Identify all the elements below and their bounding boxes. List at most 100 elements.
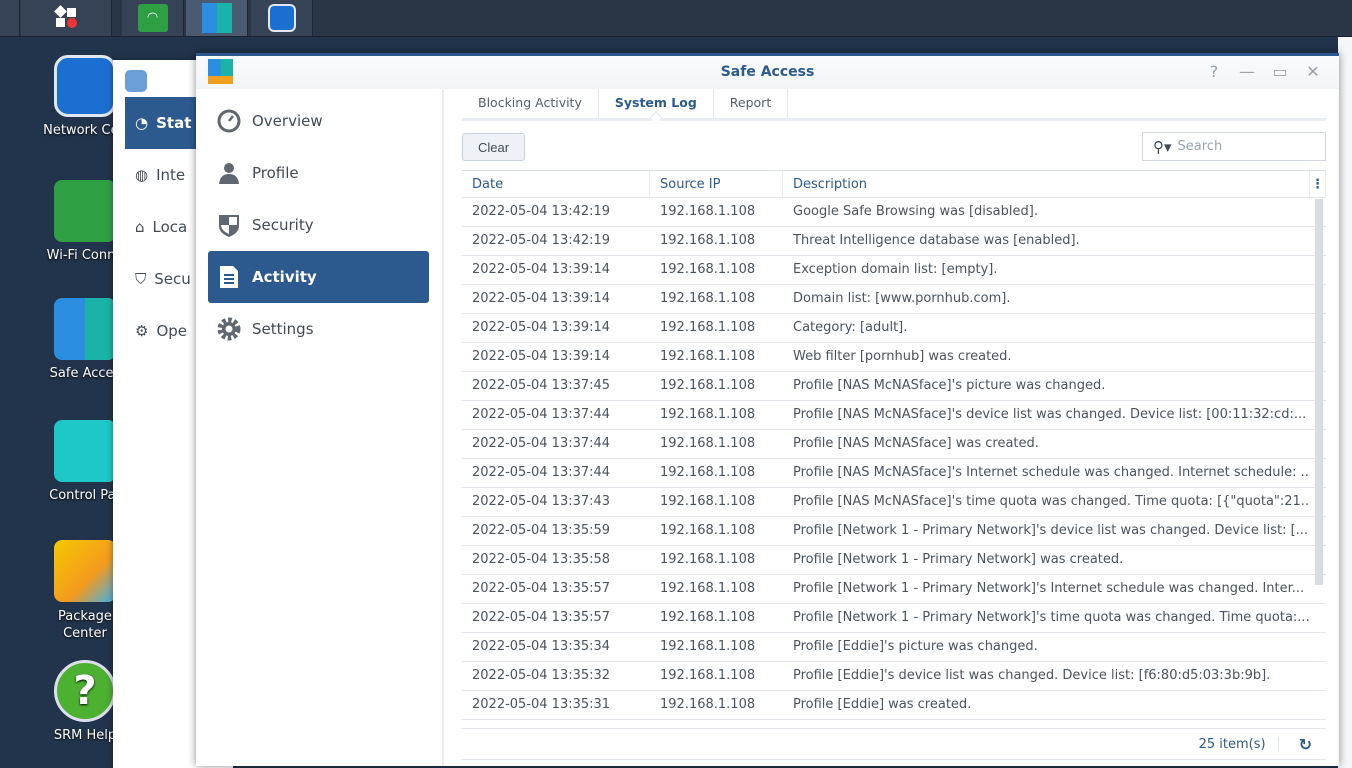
table-footer: 25 item(s) ↻ bbox=[462, 728, 1326, 760]
help-button[interactable]: ? bbox=[1204, 62, 1224, 82]
taskbar-safe-access[interactable] bbox=[186, 0, 248, 36]
cell-source-ip: 192.168.1.108 bbox=[660, 378, 756, 393]
table-row[interactable]: 2022-05-04 13:42:19 192.168.1.108 Google S… bbox=[462, 198, 1326, 227]
sidebar: Overview Profile Security Activity Setti… bbox=[196, 89, 444, 766]
column-header-description[interactable]: Description bbox=[783, 171, 1310, 197]
table-body: 2022-05-04 13:42:19 192.168.1.108 Google S… bbox=[462, 198, 1326, 720]
package-center-icon bbox=[54, 540, 116, 602]
sidebar-item-activity[interactable]: Activity bbox=[208, 251, 429, 303]
router-icon: ⚙ bbox=[135, 322, 149, 340]
cell-date: 2022-05-04 13:35:59 bbox=[472, 523, 611, 538]
table-row[interactable]: 2022-05-04 13:39:14 192.168.1.108 Web filt… bbox=[462, 343, 1326, 372]
table-row[interactable]: 2022-05-04 13:35:31 192.168.1.108 Profile … bbox=[462, 691, 1326, 720]
wifi-icon: ◠ bbox=[137, 4, 168, 32]
taskbar-edge bbox=[0, 0, 20, 36]
table-row[interactable]: 2022-05-04 13:39:14 192.168.1.108 Category… bbox=[462, 314, 1326, 343]
column-header-date[interactable]: Date bbox=[462, 171, 650, 197]
cell-date: 2022-05-04 13:37:44 bbox=[472, 436, 611, 451]
gear-icon bbox=[217, 317, 241, 341]
user-icon bbox=[219, 163, 239, 184]
table-row[interactable]: 2022-05-04 13:37:44 192.168.1.108 Profile … bbox=[462, 459, 1326, 488]
table-row[interactable]: 2022-05-04 13:35:32 192.168.1.108 Profile … bbox=[462, 662, 1326, 691]
minimize-button[interactable]: — bbox=[1237, 62, 1257, 82]
cell-source-ip: 192.168.1.108 bbox=[660, 639, 756, 654]
table-row[interactable]: 2022-05-04 13:39:14 192.168.1.108 Domain l… bbox=[462, 285, 1326, 314]
cell-description: Profile [NAS McNASface] was created. bbox=[793, 436, 1039, 451]
cell-source-ip: 192.168.1.108 bbox=[660, 610, 756, 625]
network-center-icon bbox=[267, 4, 296, 32]
back-sidebar-label: Loca bbox=[152, 218, 188, 236]
cell-description: Profile [Eddie]'s device list was change… bbox=[793, 668, 1271, 683]
tab-system-log[interactable]: System Log bbox=[599, 89, 714, 118]
cell-description: Google Safe Browsing was [disabled]. bbox=[793, 204, 1038, 219]
cell-description: Profile [NAS McNASface]'s time quota was… bbox=[793, 494, 1309, 509]
tab-bar: Blocking Activity System Log Report bbox=[462, 89, 1326, 121]
back-sidebar-label: Stat bbox=[156, 114, 192, 132]
title-bar[interactable]: Safe Access ? — ▭ ✕ bbox=[196, 56, 1339, 89]
search-input[interactable]: ⚲▾ Search bbox=[1142, 132, 1326, 161]
cell-description: Profile [Network 1 - Primary Network]'s … bbox=[793, 610, 1309, 625]
main-menu-button[interactable] bbox=[21, 0, 112, 36]
cell-source-ip: 192.168.1.108 bbox=[660, 320, 756, 335]
taskbar-wifi-connect[interactable]: ◠ bbox=[122, 0, 184, 36]
cell-date: 2022-05-04 13:35:57 bbox=[472, 581, 611, 596]
tab-blocking-activity[interactable]: Blocking Activity bbox=[462, 89, 599, 118]
desktop-icon-label: Wi-Fi Conne bbox=[46, 248, 124, 263]
table-row[interactable]: 2022-05-04 13:37:43 192.168.1.108 Profile … bbox=[462, 488, 1326, 517]
cell-description: Threat Intelligence database was [enable… bbox=[793, 233, 1080, 248]
cell-date: 2022-05-04 13:35:32 bbox=[472, 668, 611, 683]
cell-source-ip: 192.168.1.108 bbox=[660, 523, 756, 538]
cell-source-ip: 192.168.1.108 bbox=[660, 465, 756, 480]
gauge-icon: ◔ bbox=[135, 114, 149, 132]
cell-source-ip: 192.168.1.108 bbox=[660, 668, 756, 683]
safe-access-window: Safe Access ? — ▭ ✕ Overview Profile Sec… bbox=[196, 53, 1339, 766]
table-row[interactable]: 2022-05-04 13:37:44 192.168.1.108 Profile … bbox=[462, 430, 1326, 459]
cell-date: 2022-05-04 13:37:44 bbox=[472, 407, 611, 422]
cell-description: Profile [NAS McNASface]'s device list wa… bbox=[793, 407, 1307, 422]
sidebar-item-profile[interactable]: Profile bbox=[208, 147, 429, 199]
table-row[interactable]: 2022-05-04 13:42:19 192.168.1.108 Threat I… bbox=[462, 227, 1326, 256]
sidebar-label: Security bbox=[252, 216, 314, 234]
column-menu-icon[interactable]: ⋮ bbox=[1310, 171, 1326, 197]
sidebar-item-settings[interactable]: Settings bbox=[208, 303, 429, 355]
scrollbar[interactable] bbox=[1315, 199, 1323, 585]
cell-source-ip: 192.168.1.108 bbox=[660, 233, 756, 248]
safe-access-icon bbox=[54, 298, 116, 360]
tab-report[interactable]: Report bbox=[714, 89, 789, 118]
taskbar-network-center[interactable] bbox=[251, 0, 313, 36]
table-row[interactable]: 2022-05-04 13:35:58 192.168.1.108 Profile … bbox=[462, 546, 1326, 575]
table-row[interactable]: 2022-05-04 13:37:44 192.168.1.108 Profile … bbox=[462, 401, 1326, 430]
item-count: 25 item(s) bbox=[1199, 736, 1279, 752]
table-row[interactable]: 2022-05-04 13:35:34 192.168.1.108 Profile … bbox=[462, 633, 1326, 662]
table-row[interactable]: 2022-05-04 13:35:59 192.168.1.108 Profile … bbox=[462, 517, 1326, 546]
network-center-icon bbox=[54, 55, 116, 117]
cell-description: Profile [Network 1 - Primary Network]'s … bbox=[793, 581, 1305, 596]
cell-date: 2022-05-04 13:42:19 bbox=[472, 233, 611, 248]
back-sidebar-label: Secu bbox=[154, 270, 191, 288]
desktop-icon-label: Package Center bbox=[58, 609, 112, 641]
refresh-icon[interactable]: ↻ bbox=[1279, 735, 1326, 754]
sidebar-label: Overview bbox=[252, 112, 323, 130]
back-sidebar-label: Ope bbox=[156, 322, 188, 340]
document-icon bbox=[220, 266, 238, 288]
clear-button[interactable]: Clear bbox=[462, 133, 525, 161]
table-row[interactable]: 2022-05-04 13:39:14 192.168.1.108 Exceptio… bbox=[462, 256, 1326, 285]
table-row[interactable]: 2022-05-04 13:35:57 192.168.1.108 Profile … bbox=[462, 604, 1326, 633]
sidebar-item-security[interactable]: Security bbox=[208, 199, 429, 251]
sidebar-label: Activity bbox=[252, 268, 317, 286]
cell-source-ip: 192.168.1.108 bbox=[660, 407, 756, 422]
shield-icon bbox=[219, 215, 239, 237]
close-button[interactable]: ✕ bbox=[1303, 62, 1323, 82]
cell-source-ip: 192.168.1.108 bbox=[660, 204, 756, 219]
search-placeholder: Search bbox=[1177, 139, 1223, 154]
maximize-button[interactable]: ▭ bbox=[1270, 62, 1290, 82]
table-row[interactable]: 2022-05-04 13:35:57 192.168.1.108 Profile … bbox=[462, 575, 1326, 604]
cell-source-ip: 192.168.1.108 bbox=[660, 494, 756, 509]
column-header-source-ip[interactable]: Source IP bbox=[650, 171, 783, 197]
globe-icon: ◍ bbox=[135, 166, 149, 184]
table-row[interactable]: 2022-05-04 13:37:45 192.168.1.108 Profile … bbox=[462, 372, 1326, 401]
taskbar: ◠ bbox=[0, 0, 1352, 37]
sidebar-item-overview[interactable]: Overview bbox=[208, 95, 429, 147]
cell-source-ip: 192.168.1.108 bbox=[660, 349, 756, 364]
cell-date: 2022-05-04 13:37:43 bbox=[472, 494, 611, 509]
